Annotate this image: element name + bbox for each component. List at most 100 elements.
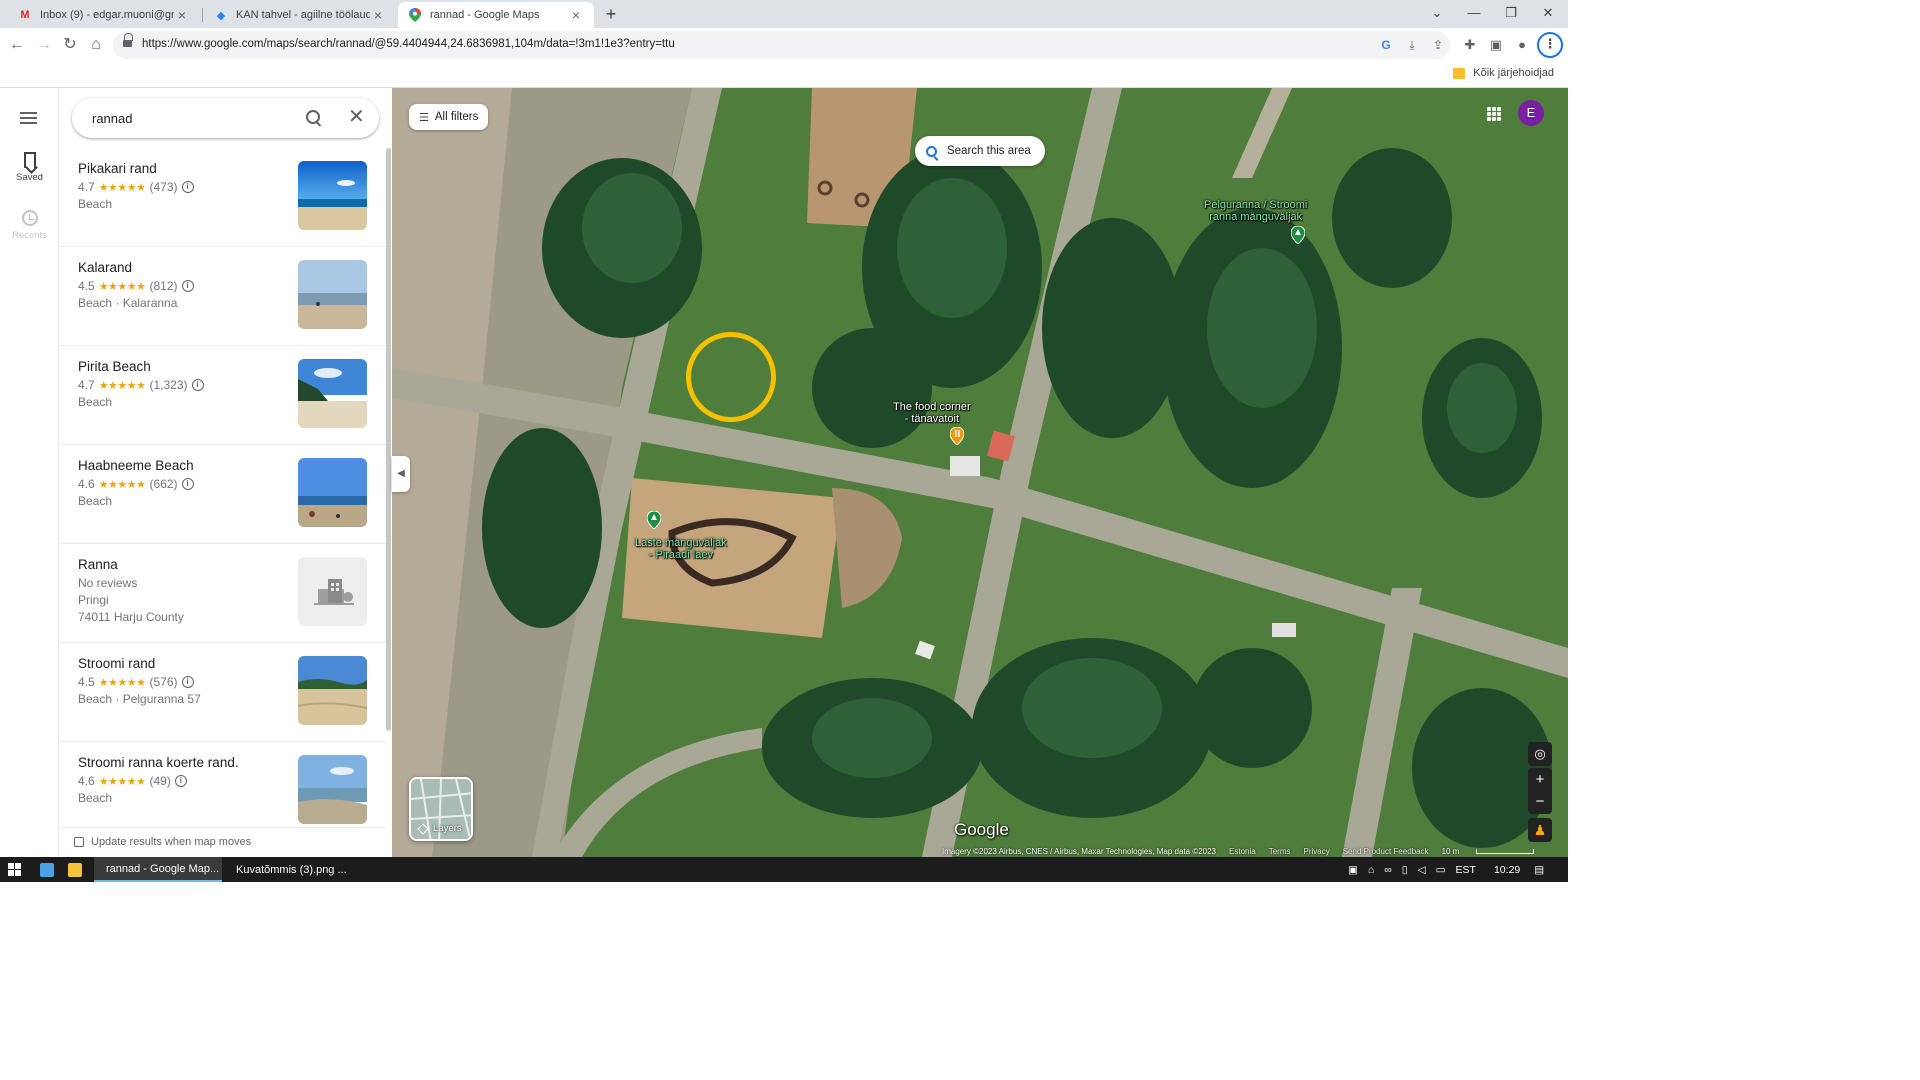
clock[interactable]: 10:29 [1494,864,1520,876]
park-pin-icon[interactable] [1291,226,1305,244]
place-label-playground[interactable]: Pelguranna / Stroomi ranna mänguväljak [1204,199,1307,223]
food-pin-icon[interactable] [950,427,964,445]
feedback-link[interactable]: Send Product Feedback [1343,847,1429,856]
file-explorer-icon[interactable] [62,857,88,882]
search-icon[interactable] [306,110,322,126]
install-icon[interactable]: ⤓ [1404,37,1420,53]
forward-button[interactable]: → [33,34,55,56]
place-label-food-corner[interactable]: The food corner - tänavatoit [893,401,971,425]
network-icon[interactable]: ⌂ [1368,864,1374,876]
info-icon[interactable]: i [181,280,194,292]
result-name[interactable]: Stroomi ranna koerte rand. [78,755,239,770]
result-photo[interactable] [298,656,367,725]
clear-search-icon[interactable]: ✕ [348,107,365,127]
desktop-icon[interactable] [34,857,60,882]
lock-icon[interactable] [123,33,133,48]
result-name[interactable]: Ranna [78,557,118,572]
close-icon[interactable]: × [370,7,386,23]
result-photo[interactable] [298,755,367,824]
new-tab-button[interactable]: + [600,4,622,26]
zoom-out-button[interactable]: − [1528,791,1552,814]
layers-button[interactable]: Layers [409,777,473,841]
url-text[interactable]: https://www.google.com/maps/search/ranna… [142,38,675,50]
result-name[interactable]: Haabneeme Beach [78,458,194,473]
search-box[interactable]: rannad ✕ [72,98,379,138]
google-lens-icon[interactable]: G [1378,37,1394,53]
pegman-icon[interactable]: ♟ [1528,818,1552,842]
map-canvas[interactable]: ☰ All filters Search this area E Pelgura… [392,88,1568,857]
tab-gmail[interactable]: M Inbox (9) - edgar.muoni@gmail. × [8,2,200,28]
info-icon[interactable]: i [174,775,187,787]
volume-icon[interactable]: ◁ [1418,864,1426,876]
language-indicator[interactable]: EST [1456,864,1476,876]
restore-button[interactable]: ❐ [1492,2,1530,24]
saved-button[interactable]: Saved [0,152,59,183]
taskbar-item-chrome[interactable]: rannad - Google Map... [94,857,222,882]
browser-menu-button[interactable]: ⋮ [1537,32,1563,58]
park-pin-icon[interactable] [647,511,661,529]
result-photo-placeholder[interactable] [298,557,367,626]
result-item[interactable]: Pikakari rand 4.7 ★★★★★ (473) i Beach [60,148,386,247]
recents-button[interactable]: Recents [0,210,59,241]
result-photo[interactable] [298,359,367,428]
update-results-checkbox[interactable] [74,837,84,847]
country-link[interactable]: Estonia [1229,847,1256,856]
menu-icon[interactable] [20,112,37,124]
info-icon[interactable]: i [191,379,204,391]
result-item[interactable]: Pirita Beach 4.7 ★★★★★ (1,323) i Beach [60,346,386,445]
account-avatar[interactable]: E [1518,100,1544,126]
reload-button[interactable]: ↻ [59,34,81,56]
side-panel-icon[interactable]: ▣ [1487,36,1505,54]
maps-side-rail: Saved Recents [0,88,59,857]
window-close-button[interactable]: ✕ [1529,2,1567,24]
result-item[interactable]: Kalarand 4.5 ★★★★★ (812) i Beach · Kalar… [60,247,386,346]
results-scrollbar[interactable] [386,148,391,731]
map-scale[interactable]: 10 m [1442,847,1548,856]
address-bar[interactable]: https://www.google.com/maps/search/ranna… [113,31,1450,59]
tab-search-icon[interactable]: ⌄ [1418,2,1456,24]
place-label-kids-playground[interactable]: Laste mänguväljak - Piraadi laev [635,537,727,561]
privacy-link[interactable]: Privacy [1303,847,1329,856]
system-tray: ▣ ⌂ ∞ ▯ ◁ ▭ EST 10:29 ▤ [1348,857,1544,882]
update-results-toggle[interactable]: Update results when map moves [60,827,386,857]
back-button[interactable]: ← [6,34,28,56]
tray-icon[interactable]: ▣ [1348,864,1358,876]
result-photo[interactable] [298,458,367,527]
notification-icon[interactable]: ∞ [1384,864,1392,876]
all-bookmarks-folder[interactable]: Kõik järjehoidjad [1453,67,1554,79]
info-icon[interactable]: i [181,676,194,688]
tab-jira[interactable]: ◆ KAN tahvel - agiilne töölaud - Ji × [204,2,396,28]
close-icon[interactable]: × [568,7,584,23]
result-item[interactable]: Ranna No reviews Pringi 74011 Harju Coun… [60,544,386,643]
action-center-icon[interactable]: ▤ [1534,864,1544,876]
result-item[interactable]: Haabneeme Beach 4.6 ★★★★★ (662) i Beach [60,445,386,544]
all-filters-button[interactable]: ☰ All filters [409,104,489,130]
info-icon[interactable]: i [181,478,194,490]
info-icon[interactable]: i [181,181,194,193]
home-button[interactable]: ⌂ [85,34,107,56]
result-item[interactable]: Stroomi rand 4.5 ★★★★★ (576) i Beach · P… [60,643,386,742]
battery-icon[interactable]: ▯ [1402,864,1408,876]
windows-start-icon[interactable] [8,863,21,876]
my-location-button[interactable]: ◎ [1528,742,1552,766]
search-this-area-button[interactable]: Search this area [915,136,1045,166]
result-photo[interactable] [298,161,367,230]
close-icon[interactable]: × [174,7,190,23]
extensions-icon[interactable]: ✚ [1461,36,1479,54]
display-icon[interactable]: ▭ [1436,864,1446,876]
zoom-in-button[interactable]: + [1528,768,1552,791]
taskbar-item-photos[interactable]: Kuvatõmmis (3).png ... [224,857,352,882]
result-name[interactable]: Kalarand [78,260,132,275]
result-name[interactable]: Pirita Beach [78,359,151,374]
result-name[interactable]: Stroomi rand [78,656,155,671]
google-apps-icon[interactable] [1487,107,1501,121]
minimize-button[interactable]: — [1455,2,1493,24]
search-input[interactable]: rannad [92,111,132,126]
profile-icon[interactable]: ● [1513,36,1531,54]
tab-google-maps[interactable]: rannad - Google Maps × [398,2,594,28]
result-photo[interactable] [298,260,367,329]
result-name[interactable]: Pikakari rand [78,161,157,176]
terms-link[interactable]: Terms [1269,847,1291,856]
share-icon[interactable]: ⇪ [1430,37,1446,53]
collapse-panel-button[interactable]: ◀ [392,456,410,492]
